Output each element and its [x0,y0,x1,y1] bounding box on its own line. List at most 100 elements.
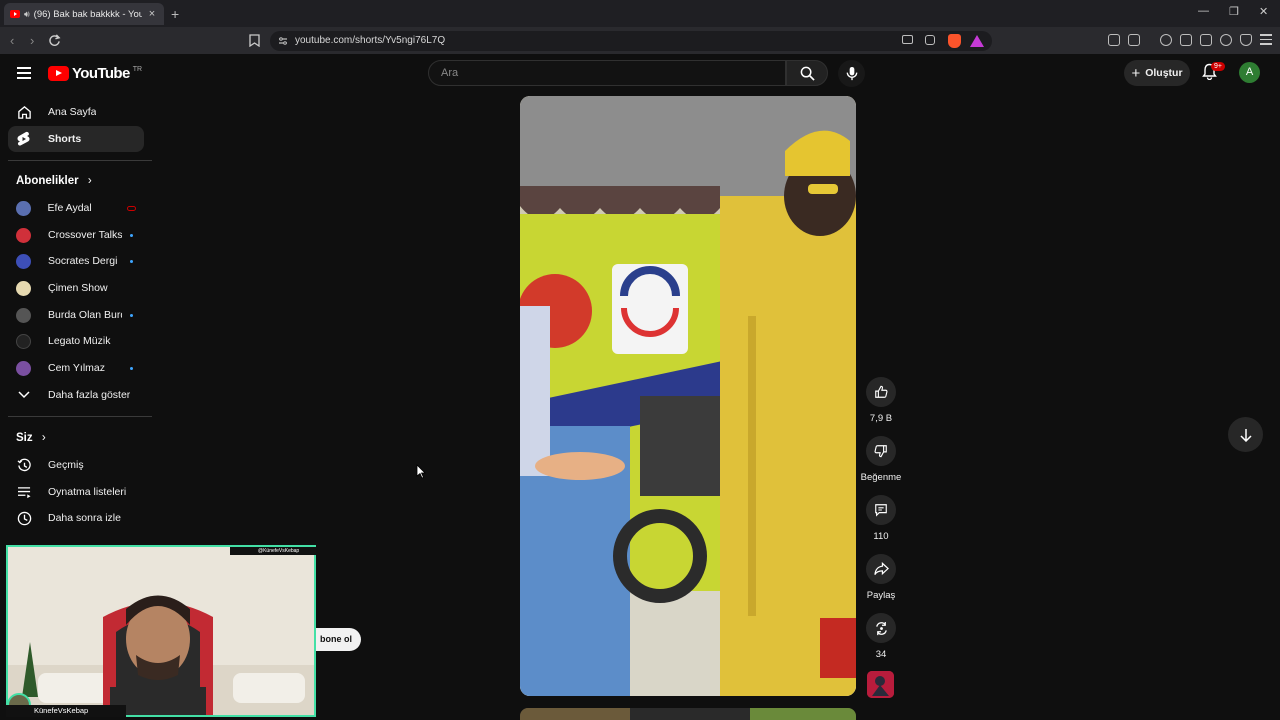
microphone-icon [846,66,857,81]
url-field[interactable]: youtube.com/shorts/Yv5ngi76L7Q [270,31,992,51]
subscriptions-heading[interactable]: Abonelikler › [16,175,92,187]
show-more-button[interactable]: Daha fazla göster [8,382,144,408]
voice-search-button[interactable] [838,60,865,87]
vpn-icon[interactable] [1240,34,1252,46]
arrow-down-icon [1239,428,1252,442]
next-short-preview[interactable] [520,708,856,720]
remix-circle[interactable] [866,613,896,643]
shorts-icon [16,131,32,147]
leo-ai-icon[interactable] [1220,34,1232,46]
youtube-logo[interactable]: YouTube TR [48,65,142,82]
menu-icon[interactable] [1260,34,1272,45]
dislike-label: Beğenme [860,472,902,483]
sidebar-item-shorts[interactable]: Shorts [8,126,144,152]
tab-title: (96) Bak bak bakkkk - YouTube [33,8,142,20]
webcam-handle: @KünefeVsKebap [258,548,300,554]
sidebar-item-label: Oynatma listeleri [48,486,127,498]
forward-icon[interactable]: › [30,33,34,48]
sound-thumbnail[interactable] [867,671,894,698]
subscription-item[interactable]: Crossover Talks [16,225,136,245]
reload-icon[interactable] [48,34,61,47]
search-placeholder: Ara [441,67,459,79]
watch-later-icon [16,510,32,526]
channel-avatar [16,200,31,216]
share-button[interactable]: Paylaş [864,554,898,601]
new-tab-icon[interactable]: + [171,6,179,22]
comments-button[interactable]: 110 [864,495,898,542]
playlist-icon [16,484,32,500]
create-button[interactable]: + Oluştur [1124,60,1190,86]
subscribe-button[interactable]: bone ol [316,628,361,651]
sidebar-item-home[interactable]: Ana Sayfa [8,99,144,125]
remix-icon [875,621,887,635]
dislike-circle[interactable] [866,436,896,466]
channel-name: Çimen Show [48,282,108,294]
tab-close-icon[interactable]: × [146,8,158,20]
subscription-item[interactable]: Efe Aydal [16,198,136,218]
screenshot-icon[interactable] [1128,34,1140,46]
subscription-item[interactable]: Cem Yılmaz [16,358,136,378]
subscription-item[interactable]: Socrates Dergi [16,251,136,271]
you-heading[interactable]: Siz › [16,432,46,444]
subscription-item[interactable]: Legato Müzik [16,331,136,351]
channel-name: Efe Aydal [47,202,92,214]
sidebar-item-label: Shorts [48,133,82,145]
subscribe-label: bone ol [320,634,352,644]
streamer-name: KünefeVsKebap [34,706,89,715]
dislike-button[interactable]: Beğenme [861,436,901,483]
search-input[interactable]: Ara [428,60,786,86]
cast-icon[interactable] [902,35,913,44]
sidebar-item-label: Ana Sayfa [48,106,97,118]
sidebar-item-watch-later[interactable]: Daha sonra izle [8,505,144,531]
remix-count: 34 [875,649,887,660]
extensions-icon[interactable] [1108,34,1120,46]
history-icon [16,457,32,473]
subscription-item[interactable]: Çimen Show [16,278,136,298]
guide-menu-icon[interactable] [17,67,31,82]
minimize-icon[interactable]: — [1198,5,1209,17]
you-heading-text: Siz [16,432,33,444]
new-content-dot [130,259,133,263]
webcam-name-bar: KünefeVsKebap [6,705,126,717]
share-arrow-icon [873,562,889,576]
comments-circle[interactable] [866,495,896,525]
mouse-cursor-icon [416,464,426,479]
site-settings-icon[interactable] [278,36,288,46]
bookmark-icon[interactable] [249,34,260,47]
shorts-video-player[interactable] [520,96,856,696]
sound-thumbnail-image [867,671,894,698]
subscription-item[interactable]: Burda Olan Burd... [16,305,136,325]
window-close-icon[interactable]: ✕ [1259,5,1268,18]
notification-badge: 9+ [1211,62,1225,71]
share-label: Paylaş [866,590,896,601]
new-content-dot [130,366,133,370]
back-icon[interactable]: ‹ [10,33,14,48]
channel-name: Burda Olan Burd... [48,309,122,321]
music-icon[interactable] [1160,34,1172,46]
wallet-icon[interactable] [1200,34,1212,46]
new-content-dot [130,233,133,237]
sidebar-toggle-icon[interactable] [1180,34,1192,46]
channel-name: Socrates Dergi [48,255,118,267]
next-video-button[interactable] [1228,417,1263,452]
subscriptions-heading-text: Abonelikler [16,175,79,187]
url-text: youtube.com/shorts/Yv5ngi76L7Q [295,35,446,46]
share-circle[interactable] [866,554,896,584]
webcam-handle-bar: @KünefeVsKebap [230,547,316,555]
sidebar-item-playlists[interactable]: Oynatma listeleri [8,479,144,505]
sidebar-item-history[interactable]: Geçmiş [8,452,144,478]
brave-rewards-icon[interactable] [970,35,984,47]
channel-avatar [16,307,31,323]
browser-tab[interactable]: 🔊︎ (96) Bak bak bakkkk - YouTube × [4,3,164,25]
search-button[interactable] [786,60,828,86]
restore-icon[interactable]: ❐ [1229,5,1239,18]
like-button[interactable]: 7,9 B [864,377,898,424]
share-page-icon[interactable] [925,35,935,45]
browser-tabbar: 🔊︎ (96) Bak bak bakkkk - YouTube × + — ❐… [0,0,1280,28]
remix-button[interactable]: 34 [864,613,898,660]
address-bar-row: ‹ › youtube.com/shorts/Yv5ngi76L7Q [0,28,1280,54]
like-circle[interactable] [866,377,896,407]
chevron-right-icon: › [41,432,46,444]
brave-shields-icon[interactable] [948,34,961,48]
account-avatar[interactable]: A [1239,62,1260,83]
